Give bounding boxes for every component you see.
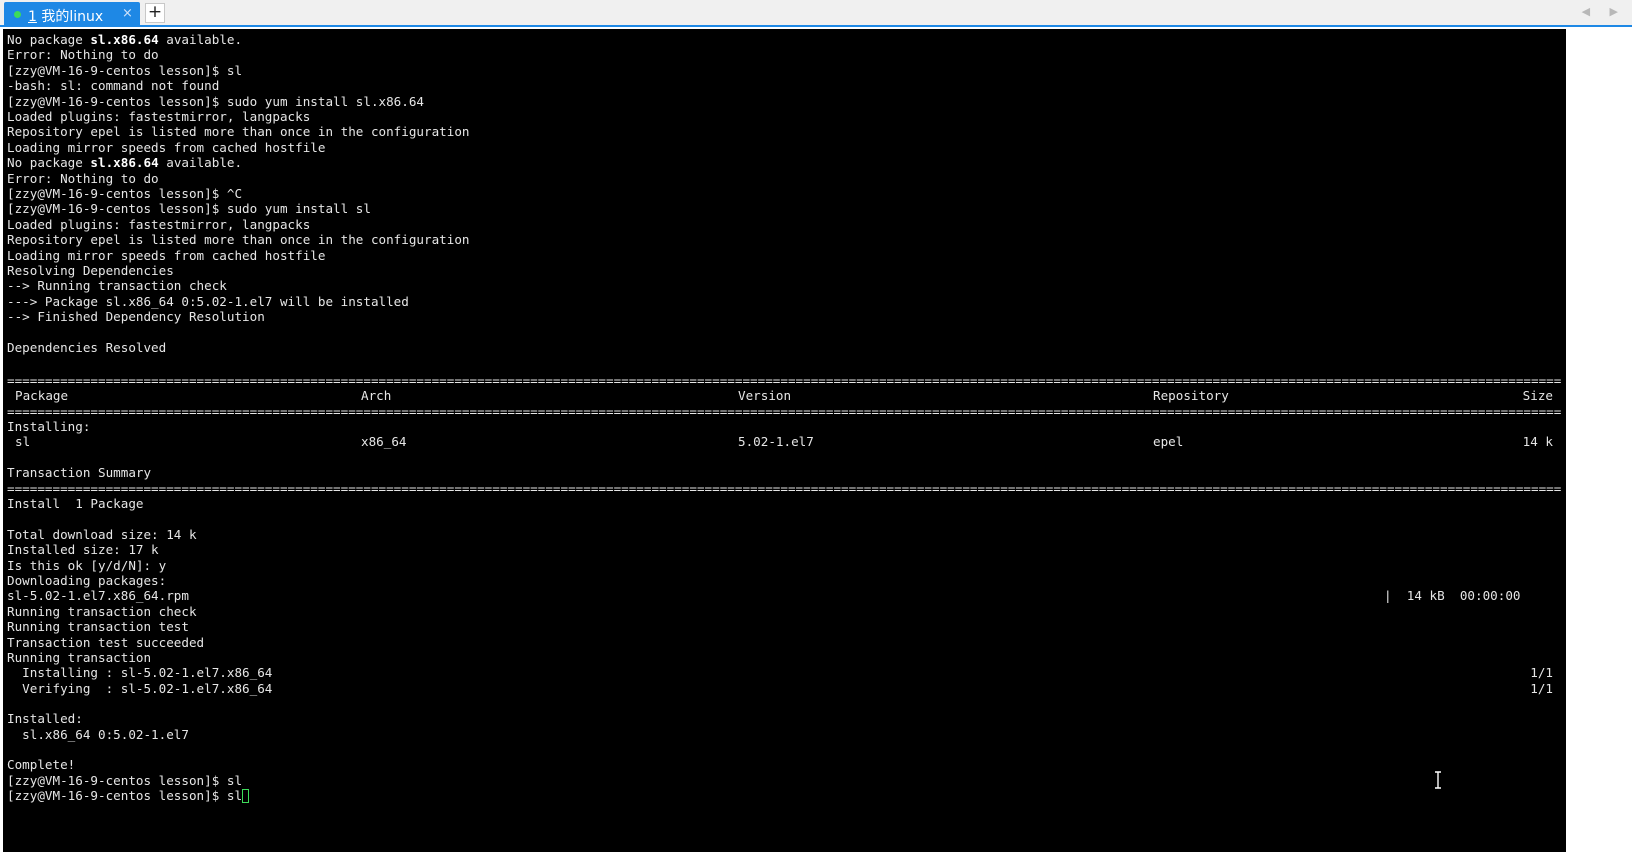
terminal-line: [zzy@VM-16-9-centos lesson]$ sudo yum in… xyxy=(7,201,371,217)
complete-message: Complete! xyxy=(7,757,76,772)
shell-prompt-current[interactable]: [zzy@VM-16-9-centos lesson]$ sl xyxy=(7,788,250,804)
terminal-line: Loaded plugins: fastestmirror, langpacks xyxy=(7,109,311,124)
table-separator: ========================================… xyxy=(7,481,1561,496)
table-header-repository: Repository xyxy=(1153,388,1229,403)
table-separator: ========================================… xyxy=(7,373,1561,388)
terminal-line: -bash: sl: command not found xyxy=(7,78,220,94)
table-header-package: Package xyxy=(15,388,69,403)
terminal-line: Repository epel is listed more than once… xyxy=(7,232,470,248)
total-download-size: Total download size: 14 k xyxy=(7,527,197,542)
terminal-line: Loaded plugins: fastestmirror, langpacks xyxy=(7,216,311,232)
verify-step-count: 1/1 xyxy=(1530,681,1553,696)
terminal-line: --> Running transaction check xyxy=(7,278,227,294)
table-cell-arch: x86_64 xyxy=(361,434,407,449)
terminal-line: No package sl.x86.64 available. xyxy=(7,32,243,47)
installed-package: sl.x86_64 0:5.02-1.el7 xyxy=(7,727,189,742)
terminal-line: [zzy@VM-16-9-centos lesson]$ sl xyxy=(7,62,243,78)
table-cell-version: 5.02-1.el7 xyxy=(738,434,814,449)
verify-step: Verifying : sl-5.02-1.el7.x86_64 xyxy=(7,681,273,696)
installed-title: Installed: xyxy=(7,711,83,726)
tab-scroll-arrows-icon[interactable]: ◀ ▶ xyxy=(1582,5,1626,18)
close-tab-icon[interactable]: × xyxy=(122,6,133,21)
terminal-line: Transaction test succeeded xyxy=(7,635,205,650)
terminal-line: Running transaction xyxy=(7,650,152,665)
terminal-line: --> Finished Dependency Resolution xyxy=(7,309,265,325)
table-header-arch: Arch xyxy=(361,388,392,403)
terminal-line: Running transaction check xyxy=(7,604,197,619)
install-step: Installing : sl-5.02-1.el7.x86_64 xyxy=(7,665,273,680)
text-cursor xyxy=(242,789,250,803)
table-cell-package: sl xyxy=(15,434,31,449)
session-tab-label: 1 我的linux xyxy=(28,9,104,25)
terminal-line: Dependencies Resolved xyxy=(7,340,167,355)
table-header-size: Size xyxy=(1522,388,1553,403)
terminal-line: Resolving Dependencies xyxy=(7,263,174,278)
terminal-line: No package sl.x86.64 available. xyxy=(7,155,243,171)
terminal-line: Loading mirror speeds from cached hostfi… xyxy=(7,247,326,263)
mouse-ibeam-icon xyxy=(1435,771,1441,789)
terminal-output[interactable]: No package sl.x86.64 available. Error: No… xyxy=(3,29,1566,852)
shell-prompt: [zzy@VM-16-9-centos lesson]$ sl xyxy=(7,773,243,788)
rpm-file-name: sl-5.02-1.el7.x86_64.rpm xyxy=(7,588,189,603)
session-tab[interactable]: 1 我的linux × xyxy=(4,2,140,27)
table-cell-size: 14 k xyxy=(1522,434,1553,449)
terminal-line: Loading mirror speeds from cached hostfi… xyxy=(7,139,326,155)
install-step-count: 1/1 xyxy=(1530,665,1553,680)
table-header-version: Version xyxy=(738,388,792,403)
terminal-line: Repository epel is listed more than once… xyxy=(7,124,470,140)
table-separator: ========================================… xyxy=(7,404,1561,419)
tab-bar: 1 我的linux × + ◀ ▶ xyxy=(0,0,1632,27)
transaction-summary-title: Transaction Summary xyxy=(7,465,152,480)
connected-status-icon xyxy=(14,11,21,18)
terminal-line: Error: Nothing to do xyxy=(7,170,159,186)
terminal-line: [zzy@VM-16-9-centos lesson]$ ^C xyxy=(7,186,243,201)
transaction-summary-line: Install 1 Package xyxy=(7,496,144,511)
terminal-line: ---> Package sl.x86_64 0:5.02-1.el7 will… xyxy=(7,293,409,309)
confirm-prompt: Is this ok [y/d/N]: y xyxy=(7,558,167,573)
table-cell-repository: epel xyxy=(1153,434,1184,449)
terminal-line: [zzy@VM-16-9-centos lesson]$ sudo yum in… xyxy=(7,93,425,109)
new-tab-button[interactable]: + xyxy=(145,3,165,23)
terminal-line: Running transaction test xyxy=(7,619,189,634)
terminal-scroll-gutter xyxy=(1566,29,1632,852)
downloading-label: Downloading packages: xyxy=(7,573,167,588)
table-section-label: Installing: xyxy=(7,419,91,434)
terminal-line: Error: Nothing to do xyxy=(7,47,159,63)
installed-size: Installed size: 17 k xyxy=(7,542,159,557)
download-progress: | 14 kB 00:00:00 xyxy=(1384,588,1521,603)
